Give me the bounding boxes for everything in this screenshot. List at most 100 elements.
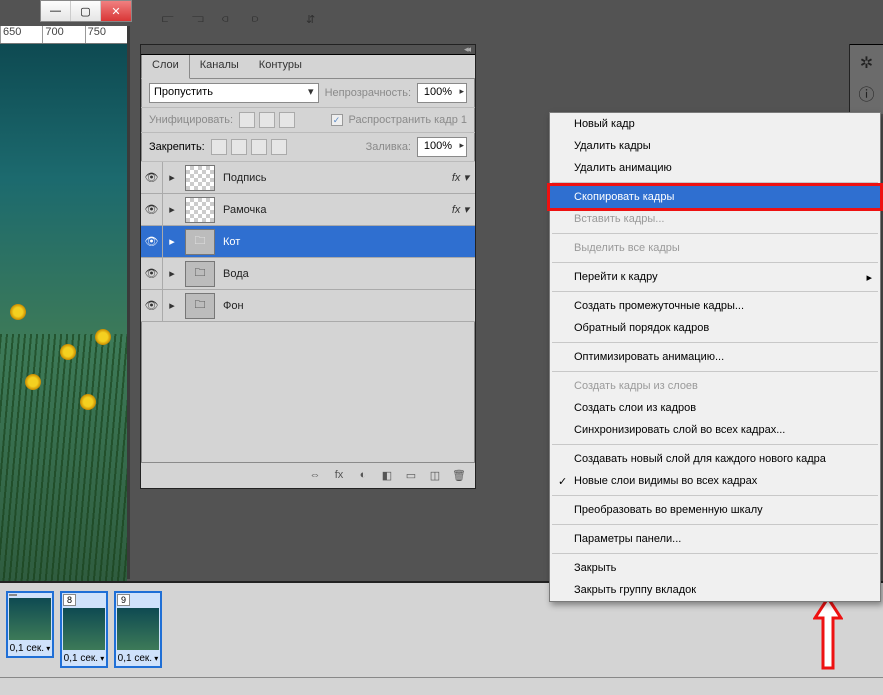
menu-item[interactable]: Закрыть [550, 557, 880, 579]
frame-thumbnail [9, 598, 51, 640]
right-dock: ✲ ⓘ [849, 44, 883, 114]
tab-paths[interactable]: Контуры [249, 55, 312, 78]
visibility-eye-icon[interactable]: 👁 [141, 226, 163, 257]
menu-separator [552, 444, 878, 445]
expand-arrow-icon[interactable]: ▸ [163, 299, 181, 312]
unify-visibility-icon[interactable] [259, 112, 275, 128]
layers-empty-area[interactable] [141, 322, 475, 462]
layer-row[interactable]: 👁▸🗀Фон [141, 290, 475, 322]
layer-fx-indicator[interactable]: fx ▾ [439, 171, 475, 184]
visibility-eye-icon[interactable]: 👁 [141, 258, 163, 289]
canvas[interactable] [0, 44, 127, 584]
menu-item[interactable]: Удалить кадры [550, 135, 880, 157]
layer-row[interactable]: 👁▸ Подписьfx ▾ [141, 162, 475, 194]
layer-name[interactable]: Подпись [219, 172, 439, 184]
frame-number: 9 [117, 594, 130, 606]
unify-position-icon[interactable] [239, 112, 255, 128]
fill-input[interactable]: 100% [417, 137, 467, 157]
animation-frame[interactable]: 8 0,1 сек. [60, 591, 108, 668]
panel-dragbar[interactable] [141, 45, 475, 55]
animation-frame[interactable]: 0,1 сек. [6, 591, 54, 658]
menu-item[interactable]: Преобразовать во временную шкалу [550, 499, 880, 521]
expand-arrow-icon[interactable]: ▸ [163, 267, 181, 280]
propagate-label: Распространить кадр 1 [349, 114, 467, 126]
lock-buttons [211, 139, 287, 155]
blend-mode-dropdown[interactable]: Пропустить [149, 83, 319, 103]
menu-item[interactable]: Удалить анимацию [550, 157, 880, 179]
expand-arrow-icon[interactable]: ▸ [163, 235, 181, 248]
menu-item[interactable]: Обратный порядок кадров [550, 317, 880, 339]
visibility-eye-icon[interactable]: 👁 [141, 194, 163, 225]
menu-separator [552, 233, 878, 234]
menu-separator [552, 291, 878, 292]
expand-arrow-icon[interactable]: ▸ [163, 203, 181, 216]
minimize-button[interactable]: — [41, 1, 71, 21]
menu-item[interactable]: Оптимизировать анимацию... [550, 346, 880, 368]
lock-all-icon[interactable] [271, 139, 287, 155]
layer-row[interactable]: 👁▸🗀Вода [141, 258, 475, 290]
menu-item: Вставить кадры... [550, 208, 880, 230]
frame-duration[interactable]: 0,1 сек. [62, 651, 106, 666]
menu-item[interactable]: Создавать новый слой для каждого нового … [550, 448, 880, 470]
menu-item[interactable]: Синхронизировать слой во всех кадрах... [550, 419, 880, 441]
close-button[interactable]: ✕ [101, 1, 131, 21]
group-icon[interactable]: ▭ [403, 469, 419, 482]
propagate-checkbox[interactable]: ✓ [331, 114, 343, 126]
options-bar: ⫍ ⫎ ⫏ ⫐ ⇵ [162, 13, 326, 33]
unify-style-icon[interactable] [279, 112, 295, 128]
visibility-eye-icon[interactable]: 👁 [141, 162, 163, 193]
frame-duration[interactable]: 0,1 сек. [116, 651, 160, 666]
align-center-icon[interactable]: ⫎ [192, 13, 212, 33]
lock-pixels-icon[interactable] [231, 139, 247, 155]
mask-icon[interactable]: ◐ [355, 469, 371, 482]
ruler: 650 700 750 [0, 26, 127, 44]
menu-separator [552, 524, 878, 525]
opacity-input[interactable]: 100% [417, 83, 467, 103]
menu-item[interactable]: Скопировать кадры [550, 186, 880, 208]
frame-number [9, 594, 17, 596]
menu-item[interactable]: Перейти к кадру [550, 266, 880, 288]
menu-item[interactable]: Параметры панели... [550, 528, 880, 550]
align-right-icon[interactable]: ⫏ [222, 13, 242, 33]
align-left-icon[interactable]: ⫍ [162, 13, 182, 33]
animation-panel-menu: Новый кадрУдалить кадрыУдалить анимацию С… [549, 112, 881, 602]
trash-icon[interactable]: 🗑 [451, 469, 467, 482]
animation-frame[interactable]: 9 0,1 сек. [114, 591, 162, 668]
tab-channels[interactable]: Каналы [190, 55, 249, 78]
layer-name[interactable]: Фон [219, 300, 439, 312]
menu-item[interactable]: Создать слои из кадров [550, 397, 880, 419]
layer-name[interactable]: Вода [219, 268, 439, 280]
arrange-icon[interactable]: ⇵ [306, 13, 326, 33]
window-controls: — ▢ ✕ [40, 0, 132, 22]
maximize-button[interactable]: ▢ [71, 1, 101, 21]
tab-layers[interactable]: Слои [141, 55, 190, 79]
menu-item[interactable]: Закрыть группу вкладок [550, 579, 880, 601]
lock-transparency-icon[interactable] [211, 139, 227, 155]
layer-name[interactable]: Рамочка [219, 204, 439, 216]
adjustment-icon[interactable]: ◧ [379, 469, 395, 482]
layer-name[interactable]: Кот [219, 236, 439, 248]
new-layer-icon[interactable]: ◫ [427, 469, 443, 482]
info-icon[interactable]: ⓘ [856, 82, 878, 104]
distribute-icon[interactable]: ⫐ [252, 13, 272, 33]
navigator-icon[interactable]: ✲ [856, 52, 878, 74]
fx-icon[interactable]: fx [331, 469, 347, 482]
frame-duration[interactable]: 0,1 сек. [8, 641, 52, 656]
ruler-tick: 650 [0, 26, 42, 43]
lock-label: Закрепить: [149, 141, 205, 153]
annotation-arrow [813, 596, 843, 670]
visibility-eye-icon[interactable]: 👁 [141, 290, 163, 321]
expand-arrow-icon[interactable]: ▸ [163, 171, 181, 184]
menu-item[interactable]: Новый кадр [550, 113, 880, 135]
layer-fx-indicator[interactable]: fx ▾ [439, 203, 475, 216]
menu-item[interactable]: Создать промежуточные кадры... [550, 295, 880, 317]
layer-row[interactable]: 👁▸ Рамочкаfx ▾ [141, 194, 475, 226]
canvas-art [95, 329, 111, 345]
frame-number: 8 [63, 594, 76, 606]
layer-row[interactable]: 👁▸🗀Кот [141, 226, 475, 258]
lock-position-icon[interactable] [251, 139, 267, 155]
link-icon[interactable]: ⇔ [307, 469, 323, 482]
layers-list: 👁▸Подписьfx ▾👁▸Рамочкаfx ▾👁▸🗀Кот👁▸🗀Вода👁… [141, 162, 475, 322]
status-bar [0, 677, 883, 695]
menu-item[interactable]: Новые слои видимы во всех кадрах [550, 470, 880, 492]
